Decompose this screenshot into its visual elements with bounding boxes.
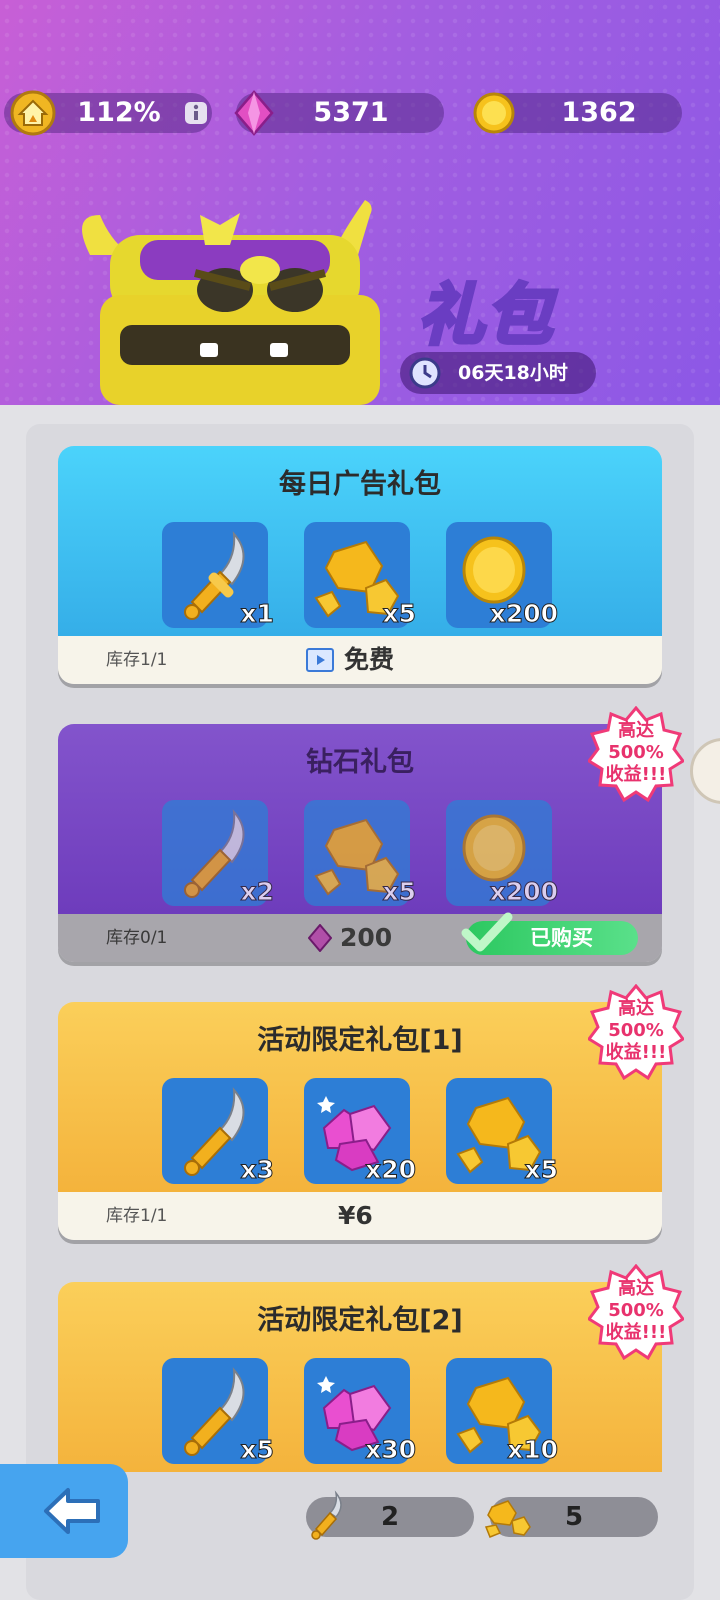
badge-text: 高达 500% 收益!!! [605,720,667,785]
gem-counter-pill[interactable]: 5371 [234,90,444,136]
gold-ore-count: 5 [564,1502,584,1532]
reward-item: x5 [446,1078,558,1185]
pack-card-event-1: 活动限定礼包[1] x3 x20 x5 库存1/1 ¥6 [58,1002,662,1240]
chest-monster-mascot [82,200,380,405]
countdown-timer: 06天18小时 [400,352,596,394]
sword-count: 2 [380,1502,400,1532]
purchased-indicator: 已购买 [461,912,638,955]
reward-item: x5 [162,1358,274,1465]
reward-item: x2 [162,800,274,907]
bonus-pill[interactable]: 112% [4,90,212,136]
gem-icon [308,924,332,952]
side-scroll-button[interactable] [690,738,720,804]
video-ad-icon [306,648,334,672]
pack-title: 每日广告礼包 [279,469,441,500]
header-banner: 112% 5371 1362 礼包 06天18小时 [0,0,720,405]
reward-count: x200 [489,599,558,629]
gold-ore-resource-pill: 5 [484,1497,658,1538]
purchased-label: 已购买 [530,926,593,950]
reward-count: x5 [382,599,417,629]
price-label: 免费 [344,645,395,674]
price-label: 200 [340,923,393,952]
reward-item: x10 [446,1358,558,1465]
pack-card-event-2: 活动限定礼包[2] x5 x30 x10 [58,1282,662,1476]
reward-count: x5 [524,1155,559,1185]
coin-count: 1362 [561,97,637,128]
reward-count: x5 [240,1435,275,1465]
reward-count: x2 [240,877,275,907]
buy-price-button[interactable]: ¥6 [338,1192,373,1240]
free-claim-button[interactable]: 免费 [306,636,426,684]
check-icon [461,912,513,952]
reward-count: x5 [382,877,417,907]
pack-title: 钻石礼包 [306,747,414,778]
pack-card-diamond: 钻石礼包 x2 x5 x200 库存0/1 200 已购买 [58,724,662,962]
stock-label: 库存1/1 [106,1206,168,1226]
reward-count: x10 [507,1435,559,1465]
reward-count: x1 [240,599,275,629]
info-icon[interactable] [184,101,208,125]
page-title: 礼包 [416,275,554,356]
reward-count: x200 [489,877,558,907]
countdown-text: 06天18小时 [458,362,568,384]
pack-footer: 库存0/1 200 已购买 [58,912,662,962]
reward-item: x1 [162,522,274,629]
clock-icon [409,357,441,389]
reward-item: x30 [304,1358,416,1465]
coin-counter-pill[interactable]: 1362 [473,92,682,134]
arrow-left-icon [44,1488,100,1534]
reward-count: x30 [365,1435,417,1465]
reward-item: x20 [304,1078,416,1185]
badge-text: 高达 500% 收益!!! [605,998,667,1063]
reward-count: x20 [365,1155,417,1185]
reward-item: x5 [304,800,416,907]
bonus-badge: 高达 500% 收益!!! [588,984,684,1080]
sword-resource-pill: 2 [306,1490,474,1540]
badge-text: 高达 500% 收益!!! [605,1278,667,1343]
gem-icon [234,90,274,136]
pack-footer: 库存1/1 ¥6 [58,1192,662,1240]
pack-card-daily-ad: 每日广告礼包 x1 x5 x200 库存1/1 免费 [58,446,662,684]
bonus-badge: 高达 500% 收益!!! [588,706,684,802]
reward-item: x200 [446,522,559,629]
reward-count: x3 [240,1155,275,1185]
reward-item: x3 [162,1078,274,1185]
pack-footer: 库存1/1 免费 [58,636,662,684]
pack-title: 活动限定礼包[2] [257,1305,463,1336]
bonus-badge: 高达 500% 收益!!! [588,1264,684,1360]
stock-label: 库存0/1 [106,928,168,948]
coin-icon [473,92,515,134]
gem-count: 5371 [313,97,389,128]
reward-item: x5 [304,522,416,629]
home-up-icon [10,90,56,136]
reward-item: x200 [446,800,559,907]
back-button[interactable] [0,1464,128,1558]
stock-label: 库存1/1 [106,650,168,670]
bonus-percent: 112% [77,97,161,128]
pack-title: 活动限定礼包[1] [257,1025,463,1056]
